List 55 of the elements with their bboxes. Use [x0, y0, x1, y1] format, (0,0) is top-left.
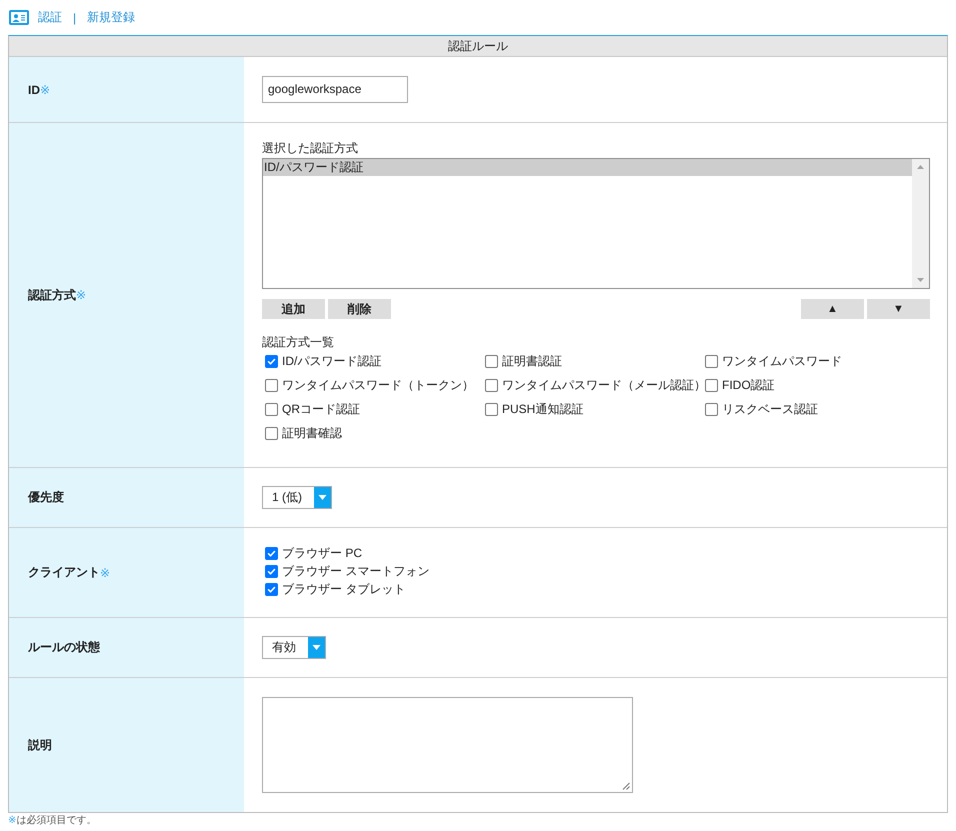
field-label: 優先度 [28, 489, 64, 506]
checkbox[interactable] [705, 378, 718, 392]
list-action-button[interactable]: 追加 [262, 299, 325, 319]
required-mark: ※ [8, 815, 16, 826]
selected-methods-caption: 選択した認証方式 [262, 141, 359, 156]
checkbox[interactable] [485, 378, 498, 392]
reorder-button[interactable]: ▲ [801, 299, 864, 319]
checkbox[interactable] [705, 354, 718, 368]
checkbox-label[interactable]: ワンタイムパスワード [722, 352, 842, 370]
checkbox-label[interactable]: PUSH通知認証 [502, 400, 584, 418]
checkbox[interactable] [485, 354, 498, 368]
checkbox-label[interactable]: 証明書確認 [282, 424, 342, 442]
required-mark: ※ [100, 566, 110, 580]
selected-methods-list[interactable]: ID/パスワード認証 [262, 158, 930, 289]
reorder-button[interactable]: ▼ [867, 299, 930, 319]
section-header: 認証ルール [9, 36, 947, 57]
list-action-button[interactable]: 削除 [328, 299, 391, 319]
breadcrumb-link[interactable]: 認証 [38, 9, 62, 26]
description-field[interactable] [262, 697, 633, 793]
footnote-text: は必須項目です。 [16, 815, 96, 826]
checkbox-label[interactable]: FIDO認証 [722, 376, 775, 394]
checkbox[interactable] [485, 402, 498, 416]
checkbox[interactable] [265, 402, 278, 416]
checkbox[interactable] [265, 354, 278, 368]
dropdown-select[interactable]: 有効 [262, 636, 326, 659]
checkbox[interactable] [265, 564, 278, 578]
dropdown-select[interactable]: 1 (低) [262, 486, 332, 509]
checkbox[interactable] [705, 402, 718, 416]
checkbox-label[interactable]: ID/パスワード認証 [282, 352, 382, 370]
breadcrumb-separator: | [73, 10, 76, 24]
checkbox[interactable] [265, 426, 278, 440]
field-label: ルールの状態 [28, 639, 100, 656]
id-card-icon [9, 10, 29, 25]
checkbox-label[interactable]: ワンタイムパスワード（メール認証） [502, 376, 706, 394]
resize-grip-icon[interactable] [622, 782, 630, 790]
field-label: 説明 [28, 736, 52, 754]
required-mark: ※ [40, 82, 50, 96]
breadcrumb-link[interactable]: 新規登録 [87, 9, 136, 26]
field-label: 認証方式 [28, 286, 76, 304]
checkbox-label[interactable]: ワンタイムパスワード（トークン） [282, 376, 474, 394]
checkbox-label[interactable]: ブラウザー スマートフォン [282, 562, 430, 580]
checkbox[interactable] [265, 546, 278, 560]
field-label: ID [28, 82, 40, 96]
checkbox-label[interactable]: ブラウザー タブレット [282, 580, 406, 598]
required-mark: ※ [76, 288, 86, 302]
checkbox[interactable] [265, 582, 278, 596]
checkbox-label[interactable]: リスクベース認証 [722, 400, 818, 418]
checkbox-label[interactable]: QRコード認証 [282, 400, 360, 418]
id-input[interactable]: googleworkspace [262, 76, 408, 103]
field-label: クライアント [28, 564, 100, 581]
checkbox-label[interactable]: 証明書認証 [502, 352, 562, 370]
checkbox-label[interactable]: ブラウザー PC [282, 544, 362, 562]
checkbox[interactable] [265, 378, 278, 392]
method-list-caption: 認証方式一覧 [262, 335, 335, 349]
list-item[interactable]: ID/パスワード認証 [263, 159, 912, 176]
